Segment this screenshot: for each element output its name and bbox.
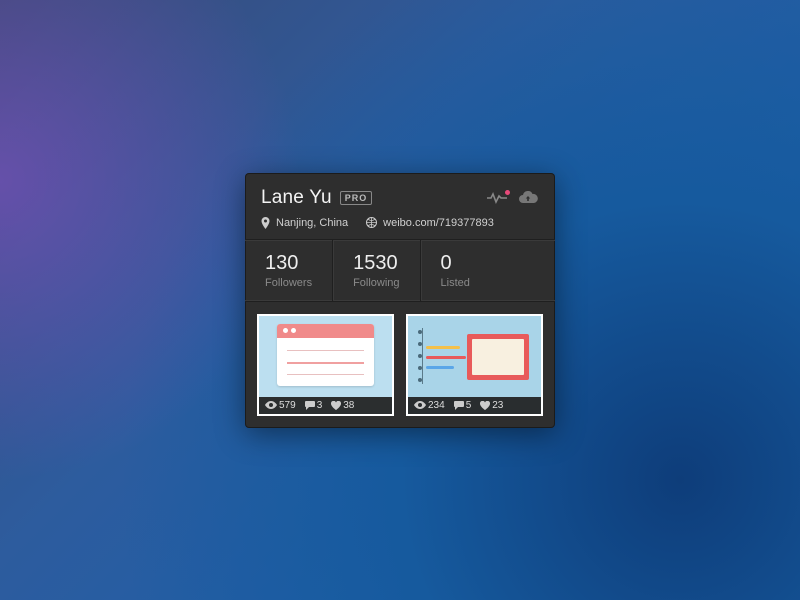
location-text: Nanjing, China bbox=[276, 217, 348, 229]
shot-thumbnail[interactable]: 579 3 38 bbox=[257, 314, 394, 416]
name-row: Lane Yu PRO bbox=[261, 187, 539, 209]
stats-row: 130 Followers 1530 Following 0 Listed bbox=[245, 239, 555, 302]
likes-count: 38 bbox=[343, 400, 354, 411]
pro-badge: PRO bbox=[340, 191, 373, 205]
meta-row: Nanjing, China weibo.com/719377893 bbox=[261, 217, 539, 229]
comments-count: 3 bbox=[317, 400, 323, 411]
stat-label: Listed bbox=[441, 277, 470, 289]
card-header: Lane Yu PRO Nanjing, China weibo.com bbox=[245, 173, 555, 239]
stat-label: Followers bbox=[265, 277, 312, 289]
comments-count: 5 bbox=[466, 400, 472, 411]
stat-listed[interactable]: 0 Listed bbox=[421, 240, 490, 301]
notification-dot-icon bbox=[505, 190, 510, 195]
stat-followers[interactable]: 130 Followers bbox=[245, 240, 333, 301]
heart-icon bbox=[480, 401, 490, 410]
likes-count: 23 bbox=[492, 400, 503, 411]
website-link[interactable]: weibo.com/719377893 bbox=[383, 217, 494, 229]
shot-thumbnail[interactable]: 234 5 23 bbox=[406, 314, 543, 416]
stat-following[interactable]: 1530 Following bbox=[333, 240, 420, 301]
stat-value: 130 bbox=[265, 252, 312, 275]
views-count: 234 bbox=[428, 400, 445, 411]
heart-icon bbox=[331, 401, 341, 410]
globe-icon bbox=[366, 217, 377, 228]
location-pin-icon bbox=[261, 217, 270, 229]
stat-value: 0 bbox=[441, 252, 470, 275]
stat-label: Following bbox=[353, 277, 399, 289]
shots-row: 579 3 38 bbox=[245, 302, 555, 428]
shot-stats-bar: 234 5 23 bbox=[408, 397, 541, 414]
cloud-upload-icon[interactable] bbox=[517, 191, 539, 205]
shot-stats-bar: 579 3 38 bbox=[259, 397, 392, 414]
views-count: 579 bbox=[279, 400, 296, 411]
eye-icon bbox=[414, 401, 426, 409]
header-icons bbox=[487, 191, 539, 205]
stat-value: 1530 bbox=[353, 252, 399, 275]
eye-icon bbox=[265, 401, 277, 409]
profile-name: Lane Yu bbox=[261, 187, 332, 209]
activity-icon[interactable] bbox=[487, 192, 507, 204]
comment-icon bbox=[454, 401, 464, 410]
comment-icon bbox=[305, 401, 315, 410]
profile-card: Lane Yu PRO Nanjing, China weibo.com bbox=[245, 173, 555, 428]
